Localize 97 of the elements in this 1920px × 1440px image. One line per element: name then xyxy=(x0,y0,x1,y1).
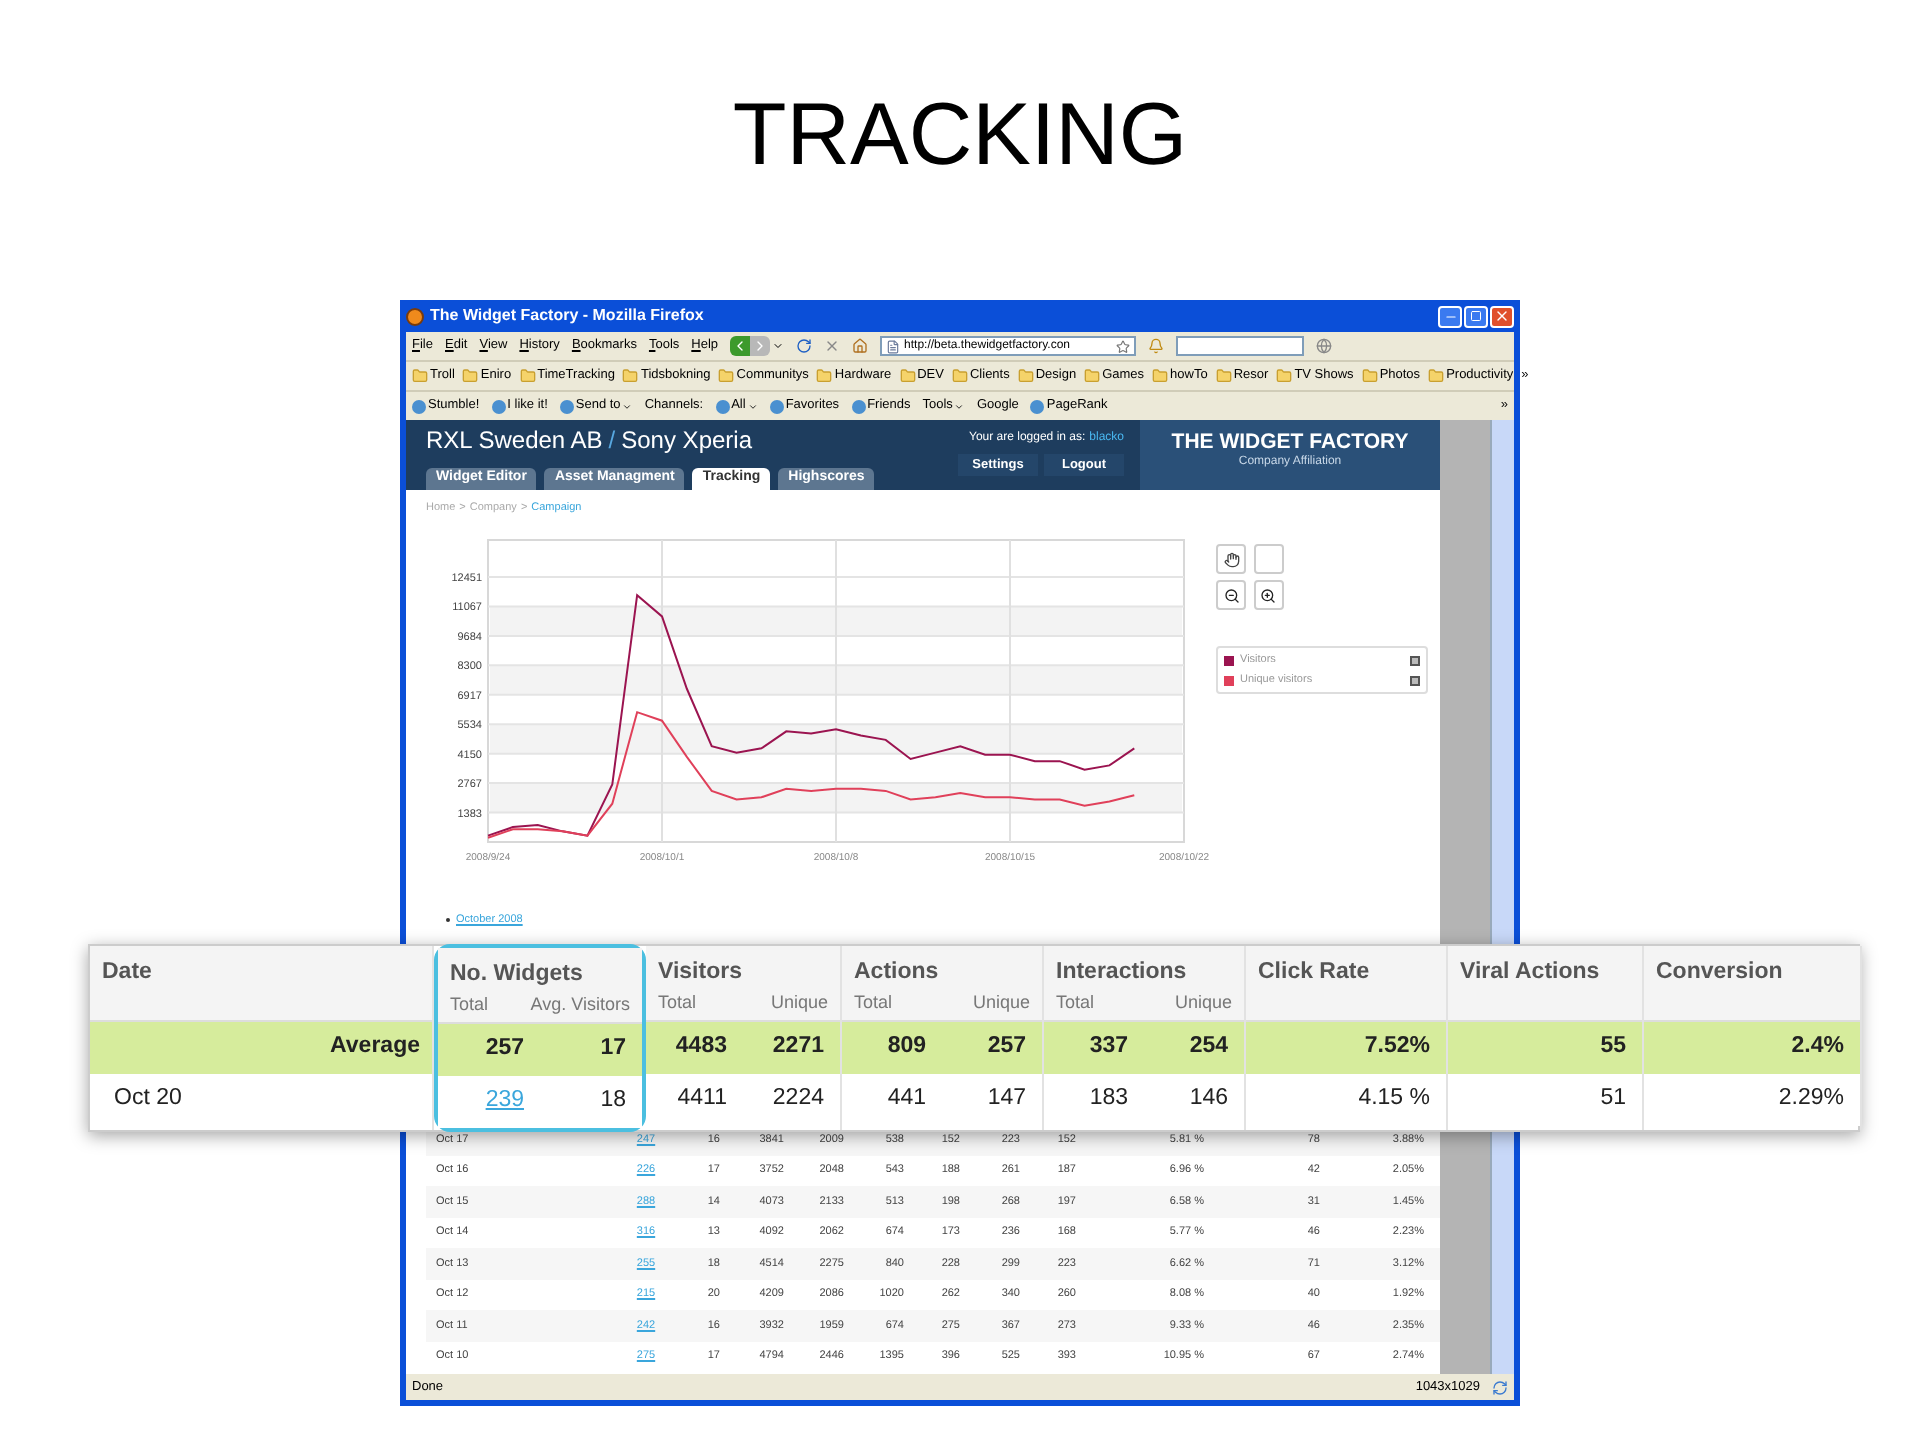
back-button[interactable] xyxy=(730,336,751,356)
bell-icon[interactable] xyxy=(1148,338,1165,354)
folder-icon xyxy=(816,368,833,384)
toolbar-icon xyxy=(412,399,426,413)
subcolumn-header: Unique xyxy=(770,990,828,1016)
zoom-out-button[interactable] xyxy=(1216,580,1246,611)
minimize-button[interactable] xyxy=(1438,305,1462,327)
browser-logo-icon xyxy=(406,307,424,325)
table-cell-text: 146 xyxy=(1187,1084,1230,1115)
table-cell-text: 257 xyxy=(483,1034,526,1065)
table-cell-text: Oct 20 xyxy=(112,1084,184,1115)
column-header: Viral Actions xyxy=(1460,958,1602,986)
folder-icon xyxy=(1152,368,1169,384)
table-cell-text: 2.29% xyxy=(1776,1084,1846,1115)
close-icon xyxy=(1494,308,1510,324)
table-cell-text: 4411 xyxy=(675,1084,729,1115)
caret-icon[interactable] xyxy=(772,340,785,352)
subcolumn-header: Total xyxy=(450,992,489,1018)
table-cell-text: Average xyxy=(328,1032,422,1063)
caret-icon xyxy=(747,401,758,411)
toolbar-icon xyxy=(851,399,866,413)
toolbar-icon xyxy=(491,399,506,413)
scrollbar-track[interactable] xyxy=(1490,420,1514,944)
table-cell-text: 2.4% xyxy=(1789,1032,1846,1063)
zoom-out-icon xyxy=(1223,587,1239,604)
folder-icon xyxy=(622,368,639,384)
star-icon[interactable] xyxy=(1116,339,1131,353)
folder-icon xyxy=(1017,368,1034,384)
folder-icon xyxy=(1215,368,1232,384)
client-name: RXL Sweden AB xyxy=(426,426,603,454)
table-cell-text: 441 xyxy=(885,1084,928,1115)
folder-icon xyxy=(1361,368,1378,384)
column-header: Click Rate xyxy=(1258,958,1372,986)
folder-icon xyxy=(899,368,916,384)
hand-icon xyxy=(1223,551,1239,568)
folder-icon xyxy=(1084,368,1101,384)
column-header: Visitors xyxy=(658,958,744,986)
caret-icon xyxy=(954,401,965,411)
caret-icon xyxy=(622,401,633,411)
search-field[interactable] xyxy=(1176,336,1305,356)
subcolumn-header: Total xyxy=(1056,990,1095,1016)
subcolumn-header: Total xyxy=(658,990,697,1016)
table-cell-text: 337 xyxy=(1087,1032,1130,1063)
page-icon xyxy=(886,339,901,353)
folder-icon xyxy=(462,368,479,384)
subcolumn-header: Unique xyxy=(1174,990,1232,1016)
toolbar-icon xyxy=(715,399,730,413)
subcolumn-header: Unique xyxy=(972,990,1030,1016)
title-separator: / xyxy=(608,426,616,454)
brand-name: THE WIDGET FACTORY xyxy=(1171,430,1409,454)
table-cell-text: 7.52% xyxy=(1362,1032,1432,1063)
subcolumn-header: Avg. Visitors xyxy=(530,992,630,1018)
folder-icon xyxy=(1276,368,1293,384)
table-cell-text: 4483 xyxy=(673,1032,729,1063)
table-cell-text: 18 xyxy=(598,1086,628,1117)
toolbar-icon xyxy=(559,399,574,413)
folder-icon xyxy=(1428,368,1445,384)
close-button[interactable] xyxy=(1490,305,1514,327)
table-cell-text: 2224 xyxy=(770,1084,826,1115)
zoom-in-icon xyxy=(1260,587,1276,604)
reload-icon[interactable] xyxy=(796,338,813,354)
table-cell-text: 4.15 % xyxy=(1356,1084,1432,1115)
slide-title: TRACKING xyxy=(732,84,1188,188)
home-icon[interactable] xyxy=(852,338,869,354)
globe-icon[interactable] xyxy=(1316,338,1333,354)
column-header: Actions xyxy=(854,958,941,986)
table-cell-text: 2271 xyxy=(770,1032,826,1063)
zoom-in-button[interactable] xyxy=(1253,580,1283,611)
sync-icon[interactable] xyxy=(1492,1379,1508,1395)
column-header: Date xyxy=(102,958,154,986)
legend-checkbox[interactable] xyxy=(1410,655,1420,666)
stop-icon[interactable] xyxy=(824,338,841,354)
column-header: Interactions xyxy=(1056,958,1189,986)
column-header: No. Widgets xyxy=(450,960,585,988)
table-cell-text: 55 xyxy=(1598,1032,1628,1063)
maximize-button[interactable] xyxy=(1464,305,1488,327)
subcolumn-header: Total xyxy=(854,990,893,1016)
folder-icon xyxy=(519,368,536,384)
table-cell-text: 809 xyxy=(885,1032,928,1063)
toolbar-icon xyxy=(769,399,784,413)
pan-button[interactable] xyxy=(1216,544,1246,575)
column-header: Conversion xyxy=(1656,958,1785,986)
table-cell-text: 51 xyxy=(1598,1084,1628,1115)
folder-icon xyxy=(412,368,428,384)
table-cell-text: 147 xyxy=(985,1084,1028,1115)
table-cell-text: 183 xyxy=(1087,1084,1130,1115)
folder-icon xyxy=(951,368,968,384)
scrollbar-track[interactable] xyxy=(1490,1132,1514,1374)
window-title: The Widget Factory - Mozilla Firefox xyxy=(430,304,704,328)
table-cell-text: 257 xyxy=(985,1032,1028,1063)
legend-checkbox[interactable] xyxy=(1410,675,1420,686)
toolbar-icon xyxy=(1030,399,1045,413)
folder-icon xyxy=(718,368,735,384)
table-cell-text: 254 xyxy=(1187,1032,1230,1063)
table-cell-text: 17 xyxy=(598,1034,628,1065)
maximize-icon xyxy=(1470,310,1482,322)
product-name: Sony Xperia xyxy=(621,426,752,454)
